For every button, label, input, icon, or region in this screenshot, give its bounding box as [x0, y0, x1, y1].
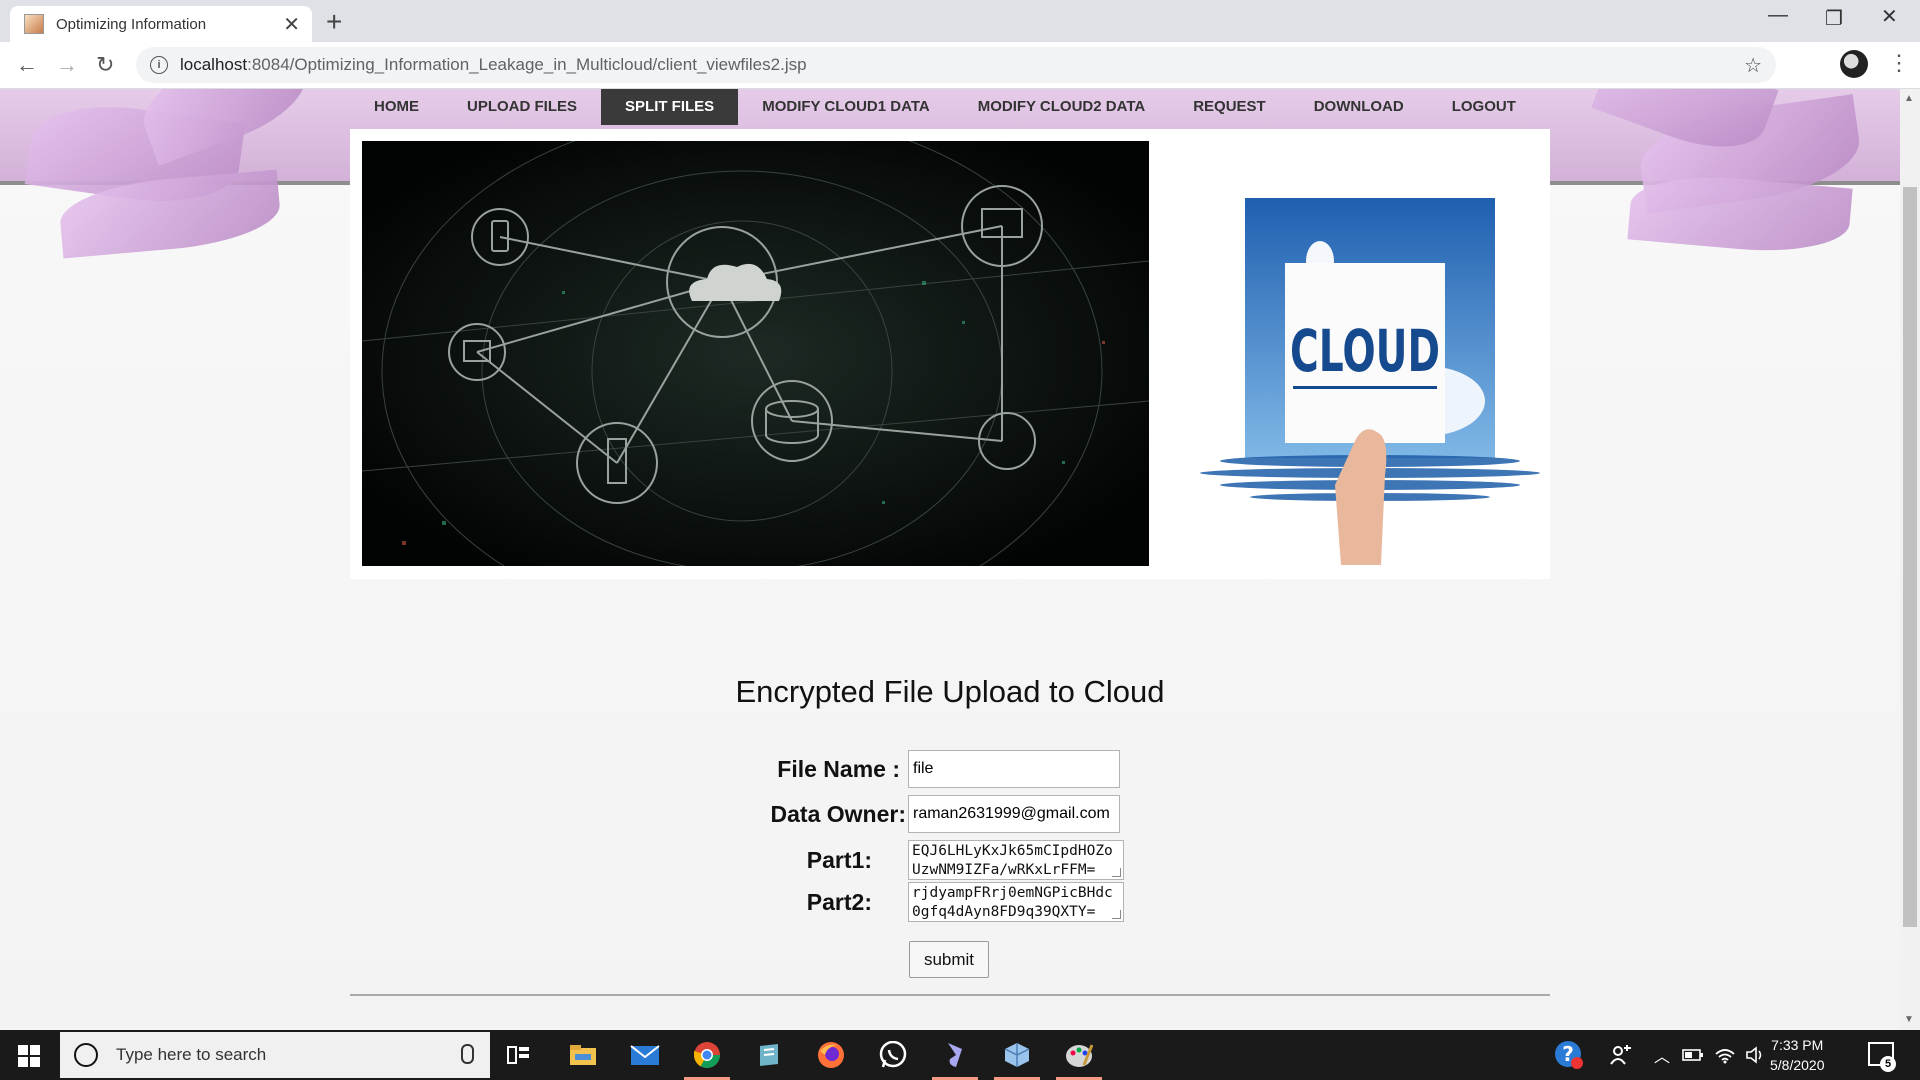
- taskbar-search[interactable]: Type here to search: [60, 1032, 490, 1078]
- page-favicon-icon: [24, 14, 44, 34]
- nav-home[interactable]: HOME: [350, 89, 443, 125]
- part1-textarea[interactable]: EQJ6LHLyKxJk65mCIpdHOZoUzwNM9IZFa/wRKxLr…: [908, 840, 1124, 880]
- restore-icon[interactable]: ❐: [1825, 6, 1843, 31]
- whatsapp-icon[interactable]: [876, 1038, 910, 1072]
- part2-row: Part2: rjdyampFRrj0emNGPicBHdc0gfq4dAyn8…: [760, 882, 1124, 922]
- footer-divider: [350, 994, 1550, 996]
- close-window-icon[interactable]: ✕: [1881, 4, 1898, 29]
- data-owner-row: Data Owner:: [760, 795, 1120, 833]
- close-tab-icon[interactable]: ✕: [283, 12, 300, 37]
- nav-modify-cloud1-data[interactable]: MODIFY CLOUD1 DATA: [738, 89, 954, 125]
- page-scrollbar[interactable]: ▲ ▼: [1900, 89, 1920, 1030]
- nav-split-files[interactable]: SPLIT FILES: [601, 89, 739, 125]
- clock-time: 7:33 PM: [1771, 1037, 1824, 1053]
- browser-menu-icon[interactable]: ⋮: [1888, 50, 1910, 76]
- chrome-icon[interactable]: [684, 1038, 730, 1080]
- site-info-icon[interactable]: i: [150, 56, 168, 74]
- data-owner-label: Data Owner:: [770, 800, 906, 827]
- nav-modify-cloud2-data[interactable]: MODIFY CLOUD2 DATA: [954, 89, 1170, 125]
- url-port: :8084: [247, 55, 290, 74]
- profile-avatar[interactable]: [1840, 50, 1868, 78]
- system-clock[interactable]: 7:33 PM 5/8/2020: [1770, 1035, 1825, 1075]
- cortana-icon[interactable]: [74, 1043, 98, 1067]
- show-hidden-icons-icon[interactable]: ︿: [1654, 1030, 1670, 1080]
- part1-label: Part1:: [806, 846, 872, 873]
- task-view-icon[interactable]: [502, 1038, 536, 1072]
- tab-title: Optimizing Information: [56, 15, 207, 33]
- page-viewport: HOME UPLOAD FILES SPLIT FILES MODIFY CLO…: [0, 89, 1900, 1030]
- nav-request[interactable]: REQUEST: [1169, 89, 1290, 125]
- clock-date: 5/8/2020: [1770, 1057, 1825, 1073]
- part2-label: Part2:: [806, 888, 872, 915]
- part1-row: Part1: EQJ6LHLyKxJk65mCIpdHOZoUzwNM9IZFa…: [760, 840, 1124, 880]
- people-icon[interactable]: [1604, 1038, 1638, 1072]
- scroll-up-icon[interactable]: ▲: [1904, 93, 1914, 104]
- bookmark-star-icon[interactable]: ☆: [1744, 53, 1762, 78]
- file-name-input[interactable]: [908, 750, 1120, 788]
- file-explorer-icon[interactable]: [566, 1038, 600, 1072]
- file-name-label: File Name :: [777, 755, 900, 782]
- submit-button[interactable]: submit: [909, 941, 989, 978]
- page-title: Encrypted File Upload to Cloud: [735, 674, 1165, 709]
- microphone-icon[interactable]: [461, 1044, 474, 1064]
- cloud-card-illustration: CLOUD: [1200, 198, 1540, 565]
- main-nav: HOME UPLOAD FILES SPLIT FILES MODIFY CLO…: [350, 89, 1550, 125]
- browser-titlebar: Optimizing Information ✕ + — ❐ ✕: [0, 0, 1920, 42]
- notes-app-icon[interactable]: [752, 1038, 786, 1072]
- nav-upload-files[interactable]: UPLOAD FILES: [443, 89, 601, 125]
- windows-start-icon[interactable]: [18, 1045, 40, 1067]
- url-text[interactable]: localhost:8084/Optimizing_Information_Le…: [180, 55, 807, 75]
- file-name-row: File Name :: [760, 750, 1120, 788]
- nav-download[interactable]: DOWNLOAD: [1290, 89, 1428, 125]
- help-icon[interactable]: ?: [1552, 1038, 1586, 1072]
- paint-icon[interactable]: [1056, 1038, 1102, 1080]
- network-diagram-illustration: [362, 141, 1149, 566]
- cloud-card-image: CLOUD: [1185, 141, 1550, 566]
- firefox-icon[interactable]: [814, 1038, 848, 1072]
- data-owner-input[interactable]: [908, 795, 1120, 833]
- reload-icon[interactable]: ↻: [96, 52, 114, 78]
- forward-icon[interactable]: →: [56, 52, 78, 78]
- search-placeholder: Type here to search: [116, 1045, 267, 1064]
- virtualbox-icon[interactable]: [994, 1038, 1040, 1080]
- hero-container: CLOUD: [350, 129, 1550, 579]
- minimize-icon[interactable]: —: [1768, 4, 1788, 27]
- browser-tab[interactable]: Optimizing Information ✕: [10, 6, 312, 42]
- address-bar[interactable]: i localhost:8084/Optimizing_Information_…: [136, 47, 1776, 83]
- notification-count-badge: 5: [1880, 1056, 1896, 1072]
- decorative-leaf: [1627, 169, 1853, 259]
- windows-taskbar: Type here to search ? ︿ 7:33 PM 5/8/2020…: [0, 1030, 1920, 1080]
- netbeans-icon[interactable]: [932, 1038, 978, 1080]
- battery-icon[interactable]: [1676, 1038, 1710, 1072]
- network-cloud-image: [362, 141, 1149, 566]
- url-path: /Optimizing_Information_Leakage_in_Multi…: [289, 55, 807, 74]
- browser-toolbar: ← → ↻ i localhost:8084/Optimizing_Inform…: [0, 42, 1920, 89]
- wifi-icon[interactable]: [1708, 1038, 1742, 1072]
- scroll-down-icon[interactable]: ▼: [1904, 1014, 1914, 1025]
- cloud-card-text: CLOUD: [1290, 317, 1440, 385]
- back-icon[interactable]: ←: [16, 52, 38, 78]
- volume-icon[interactable]: [1738, 1038, 1772, 1072]
- nav-logout[interactable]: LOGOUT: [1428, 89, 1540, 125]
- part2-textarea[interactable]: rjdyampFRrj0emNGPicBHdc0gfq4dAyn8FD9q39Q…: [908, 882, 1124, 922]
- scrollbar-thumb[interactable]: [1903, 187, 1917, 927]
- new-tab-icon[interactable]: +: [326, 6, 342, 38]
- url-host: localhost: [180, 55, 248, 74]
- mail-icon[interactable]: [628, 1038, 662, 1072]
